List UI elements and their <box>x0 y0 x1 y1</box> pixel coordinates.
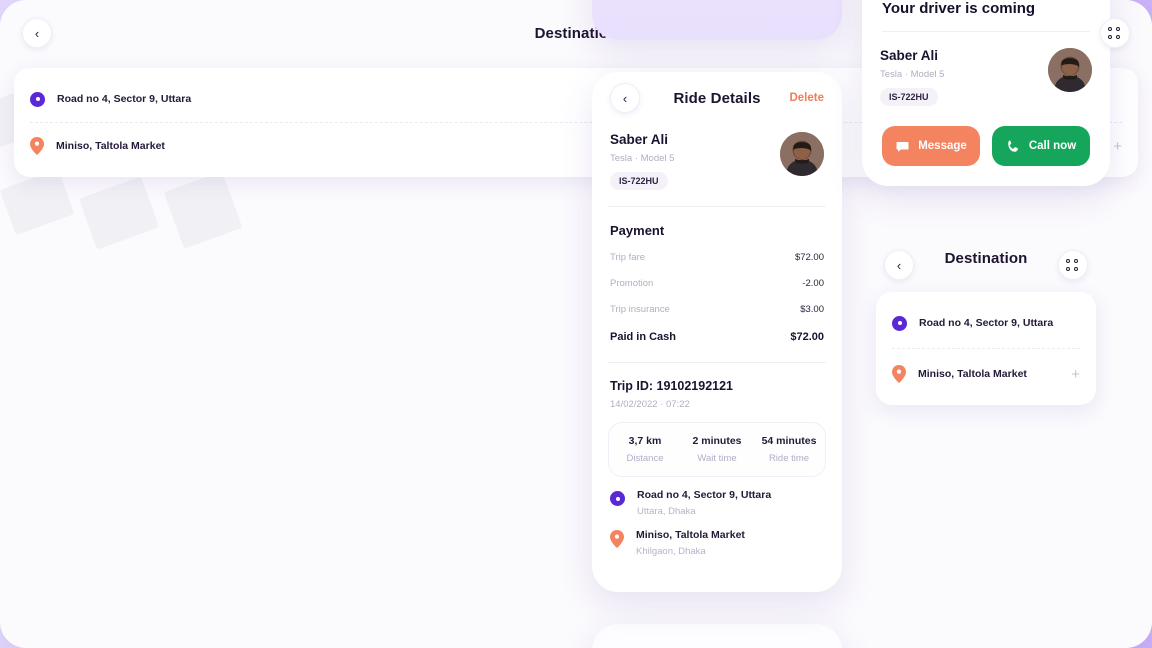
payment-value: $72.00 <box>794 251 824 263</box>
chevron-left-icon: ‹ <box>896 257 902 273</box>
trip-id: Trip ID: 19102192121 <box>610 379 733 393</box>
trip-datetime: 14/02/2022 · 07:22 <box>610 399 690 410</box>
partial-card-bottom <box>592 624 842 648</box>
grid-dots-icon <box>1066 258 1080 272</box>
partial-card-top <box>592 0 842 40</box>
map-block <box>0 168 75 236</box>
phone-icon <box>1008 140 1018 152</box>
message-label: Message <box>918 140 967 152</box>
location-sub: Uttara, Dhaka <box>637 506 696 517</box>
stat-label: Wait time <box>697 453 737 464</box>
table-row: Promotion -2.00 <box>592 270 842 296</box>
location-main: Miniso, Taltola Market <box>636 529 745 541</box>
payment-title: Payment <box>610 223 665 238</box>
license-plate-badge: IS-722HU <box>880 88 938 106</box>
payment-value: -2.00 <box>802 277 824 289</box>
grid-dots-icon <box>1108 26 1122 40</box>
list-item-label: Miniso, Taltola Market <box>918 368 1027 380</box>
call-label: Call now <box>1028 140 1077 152</box>
list-item[interactable]: Miniso, Taltola Market + <box>876 359 1096 389</box>
driver-name: Saber Ali <box>880 48 939 63</box>
payment-label: Trip insurance <box>610 303 670 315</box>
payment-label: Promotion <box>610 277 654 289</box>
table-row: Trip insurance $3.00 <box>592 296 842 322</box>
destination-header: ‹ Destination <box>862 216 1110 286</box>
destination-list: Road no 4, Sector 9, Uttara Miniso, Talt… <box>876 292 1096 405</box>
location-sub: Khilgaon, Dhaka <box>636 546 706 557</box>
ride-details-card: ‹ Ride Details Delete Saber Ali Tesla · … <box>592 72 842 592</box>
map-block <box>78 176 160 250</box>
chevron-left-icon: ‹ <box>622 90 628 106</box>
license-plate-badge: IS-722HU <box>610 172 668 190</box>
driver-avatar[interactable] <box>1048 48 1092 92</box>
map-pin-icon <box>610 530 624 548</box>
chevron-left-icon: ‹ <box>34 25 40 41</box>
stat-label: Ride time <box>768 453 810 464</box>
location-row-destination: Miniso, Taltola Market Khilgaon, Dhaka <box>592 517 842 557</box>
stat-wait-time: 2 minutes Wait time <box>681 435 753 464</box>
destination-card-right: ‹ Destination Road no 4, Sector 9, Uttar… <box>862 216 1110 648</box>
map-pin-icon <box>30 137 44 155</box>
stat-value: 54 minutes <box>761 435 817 447</box>
location-main: Road no 4, Sector 9, Uttara <box>637 489 772 501</box>
location-row-origin: Road no 4, Sector 9, Uttara Uttara, Dhak… <box>592 477 842 517</box>
back-button[interactable]: ‹ <box>884 250 914 280</box>
list-item-label: Road no 4, Sector 9, Uttara <box>919 317 1054 329</box>
map-block <box>163 171 243 249</box>
add-destination-button[interactable]: + <box>1113 138 1122 155</box>
driver-coming-title: Your driver is coming <box>882 0 1036 17</box>
payment-total-label: Paid in Cash <box>610 331 677 343</box>
stat-distance: 3,7 km Distance <box>609 435 681 464</box>
add-destination-button[interactable]: + <box>1071 366 1080 383</box>
driver-avatar[interactable] <box>780 132 824 176</box>
stat-label: Distance <box>626 453 664 464</box>
table-row: Trip fare $72.00 <box>592 244 842 270</box>
origin-dot-icon <box>610 491 625 506</box>
menu-button[interactable] <box>1100 18 1130 48</box>
chat-bubble-icon <box>896 141 909 152</box>
divider <box>892 348 1080 349</box>
driver-name: Saber Ali <box>610 132 669 147</box>
origin-dot-icon <box>892 315 907 331</box>
trip-stats: 3,7 km Distance 2 minutes Wait time 54 m… <box>608 422 826 477</box>
ride-details-header: ‹ Ride Details Delete <box>592 72 842 124</box>
list-item[interactable]: Road no 4, Sector 9, Uttara <box>876 308 1096 338</box>
driver-actions: Message Call now <box>862 126 1110 166</box>
stat-value: 3,7 km <box>628 435 662 447</box>
driver-row: Saber Ali Tesla · Model 5 IS-722HU <box>592 124 842 190</box>
origin-dot-icon <box>30 91 45 107</box>
back-button[interactable]: ‹ <box>22 18 52 48</box>
driver-coming-card: Your driver is coming Saber Ali Tesla · … <box>862 0 1110 186</box>
driver-vehicle: Tesla · Model 5 <box>610 153 675 164</box>
back-button[interactable]: ‹ <box>610 83 640 113</box>
payment-value: $3.00 <box>800 303 824 315</box>
delete-button[interactable]: Delete <box>789 92 824 104</box>
menu-button[interactable] <box>1058 250 1088 280</box>
destination-card-middle: ‹ Destination Road no 4, Sector 9, Uttar… <box>0 0 1152 648</box>
stat-ride-time: 54 minutes Ride time <box>753 435 825 464</box>
driver-row: Saber Ali Tesla · Model 5 IS-722HU <box>862 32 1110 106</box>
payment-label: Trip fare <box>610 251 646 263</box>
message-button[interactable]: Message <box>882 126 980 166</box>
driver-vehicle: Tesla · Model 5 <box>880 69 945 80</box>
map-pin-icon <box>892 365 906 383</box>
call-now-button[interactable]: Call now <box>992 126 1090 166</box>
payment-total-value: $72.00 <box>790 331 824 343</box>
stat-value: 2 minutes <box>692 435 742 447</box>
payment-total-row: Paid in Cash $72.00 <box>592 322 842 352</box>
